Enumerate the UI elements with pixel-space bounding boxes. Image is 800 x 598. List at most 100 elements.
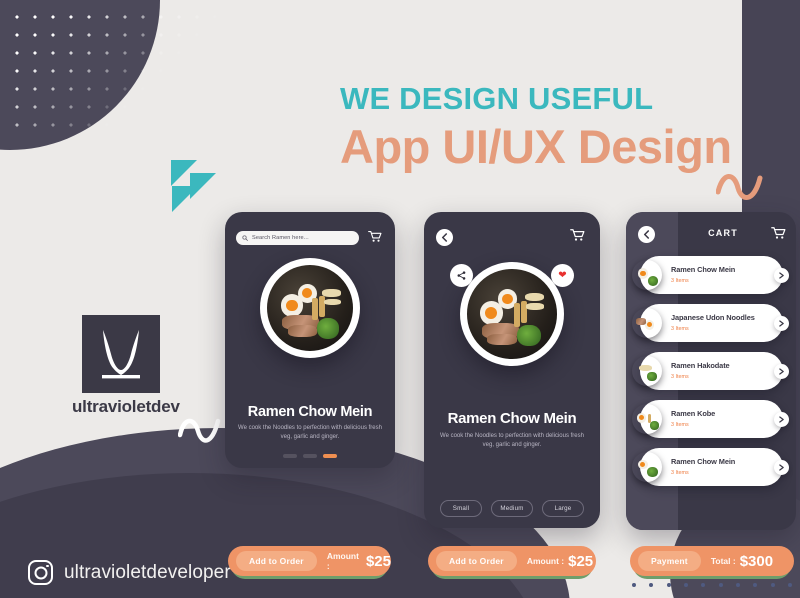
chevron-right-icon[interactable]	[774, 315, 789, 331]
heart-icon: ❤	[558, 269, 567, 281]
greens-garnish	[647, 275, 659, 286]
total-value: $300	[739, 552, 774, 570]
search-input[interactable]: Search Ramen here...	[236, 231, 359, 245]
item-text: Ramen Chow Mein 3 Items	[671, 265, 774, 284]
dot	[632, 583, 636, 587]
chevron-right-icon[interactable]	[774, 411, 789, 427]
item-text: Ramen Kobe 3 Items	[671, 409, 774, 428]
add-to-order-button[interactable]: Add to Order	[436, 551, 517, 571]
phone-screen-home: Search Ramen here... Ramen Chow Mein We …	[225, 212, 395, 468]
social-handle-text: ultravioletdeveloper	[64, 561, 231, 583]
egg-garnish	[644, 320, 655, 330]
noodles	[524, 292, 545, 301]
item-quantity: 3 Items	[671, 277, 689, 284]
dish-description: We cook the Noodles to perfection with d…	[238, 425, 382, 441]
greens-garnish	[647, 467, 658, 478]
egg-garnish	[638, 268, 649, 279]
item-quantity: 3 Items	[671, 373, 689, 380]
search-icon	[242, 235, 248, 241]
item-thumbnail	[632, 452, 662, 482]
noodles	[323, 299, 341, 306]
cart-bottom-bar: Payment Total : $300	[630, 546, 794, 576]
chevron-right-icon[interactable]	[774, 267, 789, 283]
dot	[770, 583, 775, 587]
letter-u-logo-icon	[102, 330, 140, 379]
brand-logo	[82, 315, 160, 393]
triangle-decor	[172, 186, 198, 212]
heading-top: WE DESIGN USEFUL	[340, 81, 654, 116]
cart-list-item[interactable]: Japanese Udon Noodles 3 Items	[636, 304, 789, 342]
egg-garnish	[636, 413, 647, 423]
dish-title: Ramen Chow Mein	[247, 404, 373, 420]
pagination-dot[interactable]	[303, 454, 317, 458]
greens-garnish	[316, 318, 340, 339]
back-button[interactable]	[436, 229, 453, 246]
white-squiggle-decor	[178, 418, 221, 443]
dot-grid-decor	[8, 8, 258, 130]
bamboo-garnish	[318, 295, 325, 317]
bowl-contents	[467, 269, 557, 359]
pagination-dot-active[interactable]	[323, 454, 337, 458]
pagination-dot[interactable]	[283, 454, 297, 458]
cart-list-item[interactable]: Ramen Chow Mein 3 Items	[638, 448, 789, 486]
cart-icon[interactable]	[368, 230, 382, 243]
detail-bottom-bar: Add to Order Amount : $25	[428, 546, 596, 576]
search-placeholder: Search Ramen here...	[252, 235, 309, 241]
item-name: Japanese Udon Noodles	[671, 313, 755, 323]
favorite-button[interactable]: ❤	[551, 264, 574, 287]
noodles	[526, 303, 545, 310]
ramen-bowl-image	[260, 258, 360, 358]
chevron-left-icon	[441, 233, 448, 242]
dot	[701, 583, 706, 587]
cart-icon[interactable]	[771, 226, 786, 240]
item-thumbnail	[632, 308, 662, 338]
add-to-order-button[interactable]: Add to Order	[236, 551, 317, 571]
dot	[683, 583, 688, 587]
payment-button[interactable]: Payment	[638, 551, 701, 571]
total-label: Total :	[710, 556, 736, 566]
brand-name: ultravioletdev	[72, 397, 180, 416]
ramen-bowl-image	[460, 262, 564, 366]
item-text: Ramen Hakodate 3 Items	[671, 361, 774, 380]
size-option-medium[interactable]: Medium	[491, 500, 533, 517]
noodles	[322, 289, 341, 297]
cart-icon[interactable]	[570, 228, 585, 242]
dish-description: We cook the Noodles to perfection with d…	[440, 433, 584, 449]
size-selector[interactable]: Small Medium Large	[424, 500, 600, 517]
amount-label: Amount :	[326, 551, 359, 571]
greens-garnish	[650, 421, 659, 430]
bamboo-garnish	[513, 303, 521, 327]
phone-screen-cart: CART Ramen Chow Mein 3 Items Japanese Ud…	[626, 212, 796, 530]
dish-title: Ramen Chow Mein	[447, 410, 577, 427]
greens-garnish	[647, 372, 657, 382]
size-option-small[interactable]: Small	[440, 500, 482, 517]
instagram-icon	[28, 560, 53, 585]
egg-garnish	[638, 459, 648, 470]
cart-list-item[interactable]: Ramen Chow Mein 3 Items	[638, 256, 789, 294]
greens-garnish	[517, 324, 541, 347]
poster-headings: WE DESIGN USEFUL App UI/UX Design	[340, 81, 732, 174]
pork-garnish	[636, 318, 647, 325]
pagination-dots[interactable]	[225, 454, 395, 458]
chevron-left-icon	[643, 230, 650, 239]
item-text: Ramen Chow Mein 3 Items	[671, 457, 774, 476]
amount-label: Amount :	[526, 556, 565, 566]
phone-screen-detail: ❤ Ramen Chow Mein We cook the Noodles to…	[424, 212, 600, 528]
item-thumbnail	[632, 404, 662, 434]
item-text: Japanese Udon Noodles 3 Items	[671, 313, 774, 332]
item-thumbnail	[632, 260, 662, 290]
dot	[666, 583, 671, 587]
item-name: Ramen Kobe	[671, 409, 716, 419]
chevron-right-icon[interactable]	[774, 363, 789, 379]
social-handle: ultravioletdeveloper	[28, 560, 231, 585]
cart-list-item[interactable]: Ramen Kobe 3 Items	[636, 400, 789, 438]
size-option-large[interactable]: Large	[542, 500, 584, 517]
dot	[753, 583, 758, 587]
back-button[interactable]	[638, 226, 655, 243]
cart-list-item[interactable]: Ramen Hakodate 3 Items	[639, 352, 789, 390]
item-quantity: 3 Items	[671, 421, 689, 428]
dot	[735, 583, 740, 587]
bamboo-garnish	[311, 297, 318, 321]
share-button[interactable]	[450, 264, 473, 287]
chevron-right-icon[interactable]	[774, 459, 789, 475]
